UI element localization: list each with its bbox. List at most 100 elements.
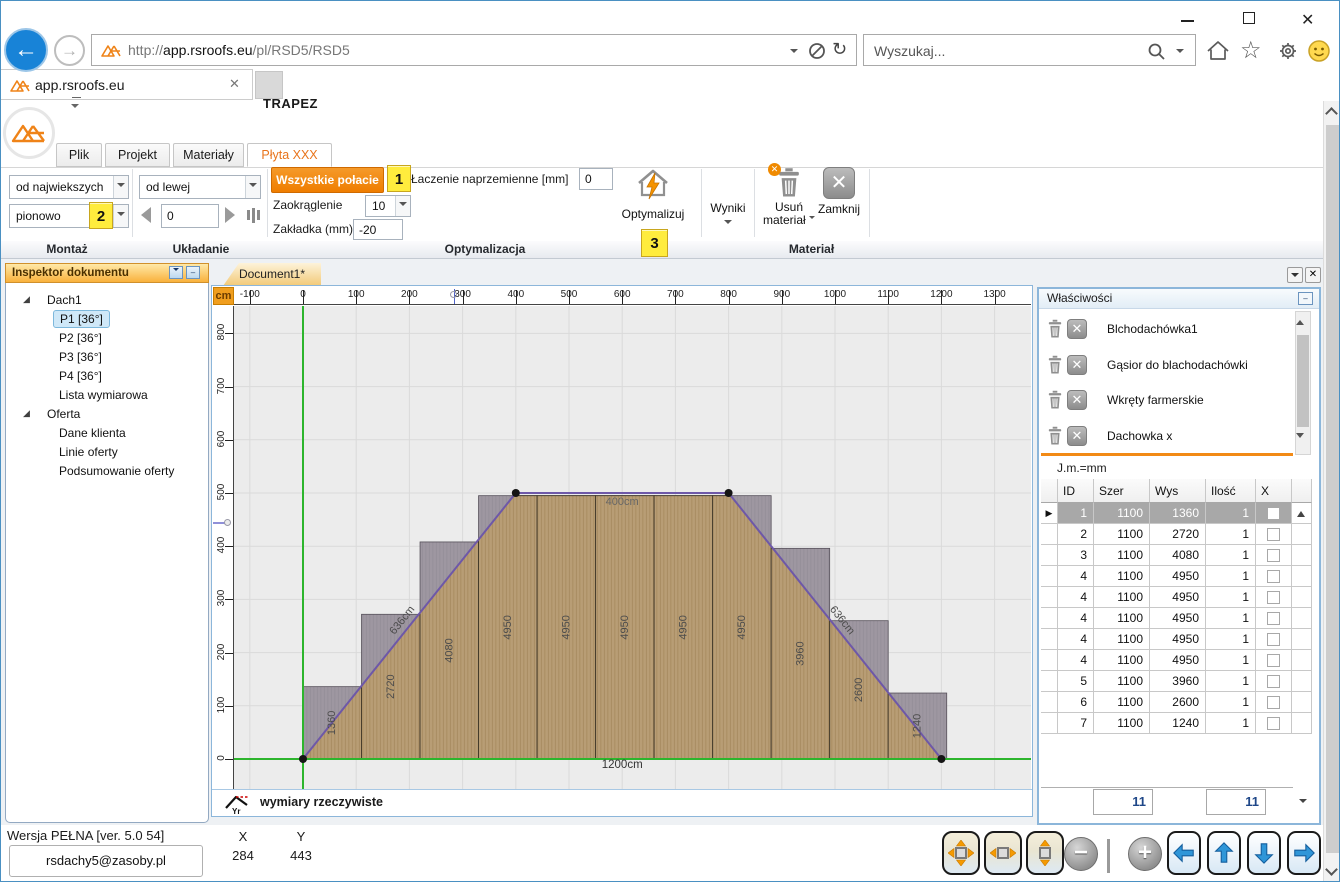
table-cell[interactable]: 1 <box>1058 503 1094 524</box>
smiley-icon[interactable] <box>1307 39 1331 63</box>
row-checkbox[interactable] <box>1267 548 1280 562</box>
material-delete-button[interactable] <box>1045 426 1065 446</box>
close-material-button[interactable]: ✕ Zamknij <box>809 165 869 235</box>
from-side-combo[interactable]: od lewej <box>139 175 261 199</box>
table-cell[interactable]: 1 <box>1206 629 1256 650</box>
row-checkbox[interactable] <box>1267 653 1280 667</box>
favorites-star-icon[interactable]: ☆ <box>1240 36 1262 65</box>
table-cell-checkbox[interactable] <box>1256 566 1292 587</box>
table-row-header[interactable] <box>1041 524 1058 545</box>
table-cell[interactable]: 1 <box>1206 713 1256 734</box>
table-cell[interactable]: 6 <box>1058 692 1094 713</box>
table-header-szer[interactable]: Szer <box>1094 479 1150 503</box>
tree-item-lista-wymiarowa[interactable]: Lista wymiarowa <box>7 385 201 404</box>
material-delete-button[interactable] <box>1045 319 1065 339</box>
row-checkbox[interactable] <box>1267 632 1280 646</box>
tree-item-oferta[interactable]: ◢ Oferta <box>7 404 201 423</box>
table-cell[interactable]: 2 <box>1058 524 1094 545</box>
table-cell[interactable]: 4950 <box>1150 629 1206 650</box>
results-button[interactable]: Wyniki <box>703 201 753 233</box>
table-row-header[interactable] <box>1041 566 1058 587</box>
table-cell[interactable]: 4 <box>1058 608 1094 629</box>
tree-item-podsumowanie-oferty[interactable]: Podsumowanie oferty <box>7 461 201 480</box>
table-row-header[interactable] <box>1041 713 1058 734</box>
offset-input[interactable]: 0 <box>161 204 219 228</box>
pan-down-button[interactable] <box>1247 831 1281 875</box>
browser-tab[interactable]: app.rsroofs.eu ✕ <box>1 69 253 100</box>
table-cell[interactable]: 1100 <box>1094 524 1150 545</box>
rounding-combo[interactable]: 10 <box>365 195 411 217</box>
tab-close-icon[interactable]: ✕ <box>229 76 240 92</box>
table-row-header[interactable] <box>1041 587 1058 608</box>
tree-item-p2-36-[interactable]: P2 [36°] <box>7 328 201 347</box>
row-checkbox[interactable] <box>1267 527 1280 541</box>
refresh-icon[interactable]: ↻ <box>832 39 847 60</box>
material-remove-x-button[interactable]: ✕ <box>1067 354 1087 375</box>
tree-expander-icon[interactable]: ◢ <box>23 408 30 419</box>
materials-scrollbar[interactable] <box>1295 311 1311 455</box>
drawing-canvas[interactable]: 1360 2720 4080 4950 4950 4950 4950 4950 3960 2600… <box>234 306 1031 789</box>
tree-expander-icon[interactable]: ◢ <box>23 294 30 305</box>
table-cell[interactable]: 4950 <box>1150 608 1206 629</box>
table-cell-checkbox[interactable] <box>1256 671 1292 692</box>
table-cell-checkbox[interactable] <box>1256 650 1292 671</box>
tree-item-linie-oferty[interactable]: Linie oferty <box>7 442 201 461</box>
close-button[interactable]: ✕ <box>1301 10 1314 30</box>
settings-gear-icon[interactable] <box>1275 38 1301 64</box>
table-cell[interactable]: 1100 <box>1094 713 1150 734</box>
table-header-ilość[interactable]: Ilość <box>1206 479 1256 503</box>
table-row-header[interactable] <box>1041 545 1058 566</box>
stop-icon[interactable] <box>808 42 826 60</box>
count-box-2[interactable]: 11 <box>1206 789 1266 815</box>
table-scroll-up-icon[interactable] <box>1297 507 1305 517</box>
url-bar[interactable]: http://app.rsroofs.eu/pl/RSD5/RSD5 ↻ <box>91 34 857 66</box>
table-cell-checkbox[interactable] <box>1256 587 1292 608</box>
table-cell[interactable]: 7 <box>1058 713 1094 734</box>
zoom-slider[interactable] <box>1107 839 1110 873</box>
table-cell[interactable]: 5 <box>1058 671 1094 692</box>
material-remove-x-button[interactable]: ✕ <box>1067 319 1087 339</box>
table-cell[interactable]: 4 <box>1058 650 1094 671</box>
table-cell[interactable]: 1 <box>1206 566 1256 587</box>
row-checkbox[interactable] <box>1267 716 1280 730</box>
scroll-down-icon[interactable] <box>1296 433 1304 442</box>
sort-order-combo[interactable]: od najwiekszych <box>9 175 129 199</box>
table-cell[interactable]: 1100 <box>1094 608 1150 629</box>
row-checkbox[interactable] <box>1267 569 1280 583</box>
fit-all-button[interactable] <box>942 831 980 875</box>
search-dropdown-icon[interactable] <box>1176 49 1184 57</box>
table-row-header[interactable] <box>1041 692 1058 713</box>
table-cell[interactable]: 1 <box>1206 503 1256 524</box>
table-row-header[interactable]: ▶ <box>1041 503 1058 524</box>
properties-minimize-button[interactable]: – <box>1298 292 1313 305</box>
document-menu-button[interactable] <box>1287 267 1303 283</box>
count-box-1[interactable]: 11 <box>1093 789 1153 815</box>
tree-item-p1-36-[interactable]: P1 [36°] <box>7 309 201 328</box>
tree-item-dach1[interactable]: ◢ Dach1 <box>7 290 201 309</box>
table-row-header[interactable] <box>1041 629 1058 650</box>
table-cell-checkbox[interactable] <box>1256 545 1292 566</box>
table-cell[interactable]: 4 <box>1058 566 1094 587</box>
table-row-header[interactable] <box>1041 671 1058 692</box>
overlap-input[interactable]: -20 <box>353 219 403 240</box>
table-header-wys[interactable]: Wys <box>1150 479 1206 503</box>
table-row-header[interactable] <box>1041 608 1058 629</box>
table-cell[interactable]: 1360 <box>1150 503 1206 524</box>
fit-height-button[interactable] <box>1026 831 1064 875</box>
panel-bars-icon[interactable] <box>247 206 263 224</box>
table-cell[interactable]: 1100 <box>1094 671 1150 692</box>
zoom-in-button[interactable]: + <box>1128 837 1162 871</box>
tree-item-p4-36-[interactable]: P4 [36°] <box>7 366 201 385</box>
inspector-minimize-button[interactable]: – <box>186 266 200 279</box>
table-cell-checkbox[interactable] <box>1256 692 1292 713</box>
table-cell[interactable]: 2720 <box>1150 524 1206 545</box>
scrollbar-thumb[interactable] <box>1297 335 1309 427</box>
table-cell-checkbox[interactable] <box>1256 608 1292 629</box>
row-checkbox[interactable] <box>1267 674 1280 688</box>
scroll-up-icon[interactable] <box>1325 107 1338 120</box>
browser-scrollbar[interactable] <box>1323 101 1339 881</box>
scroll-down-icon[interactable] <box>1325 863 1338 876</box>
ruler-unit-box[interactable]: cm <box>213 287 234 305</box>
pan-right-button[interactable] <box>1287 831 1321 875</box>
shift-right-icon[interactable] <box>225 207 235 223</box>
